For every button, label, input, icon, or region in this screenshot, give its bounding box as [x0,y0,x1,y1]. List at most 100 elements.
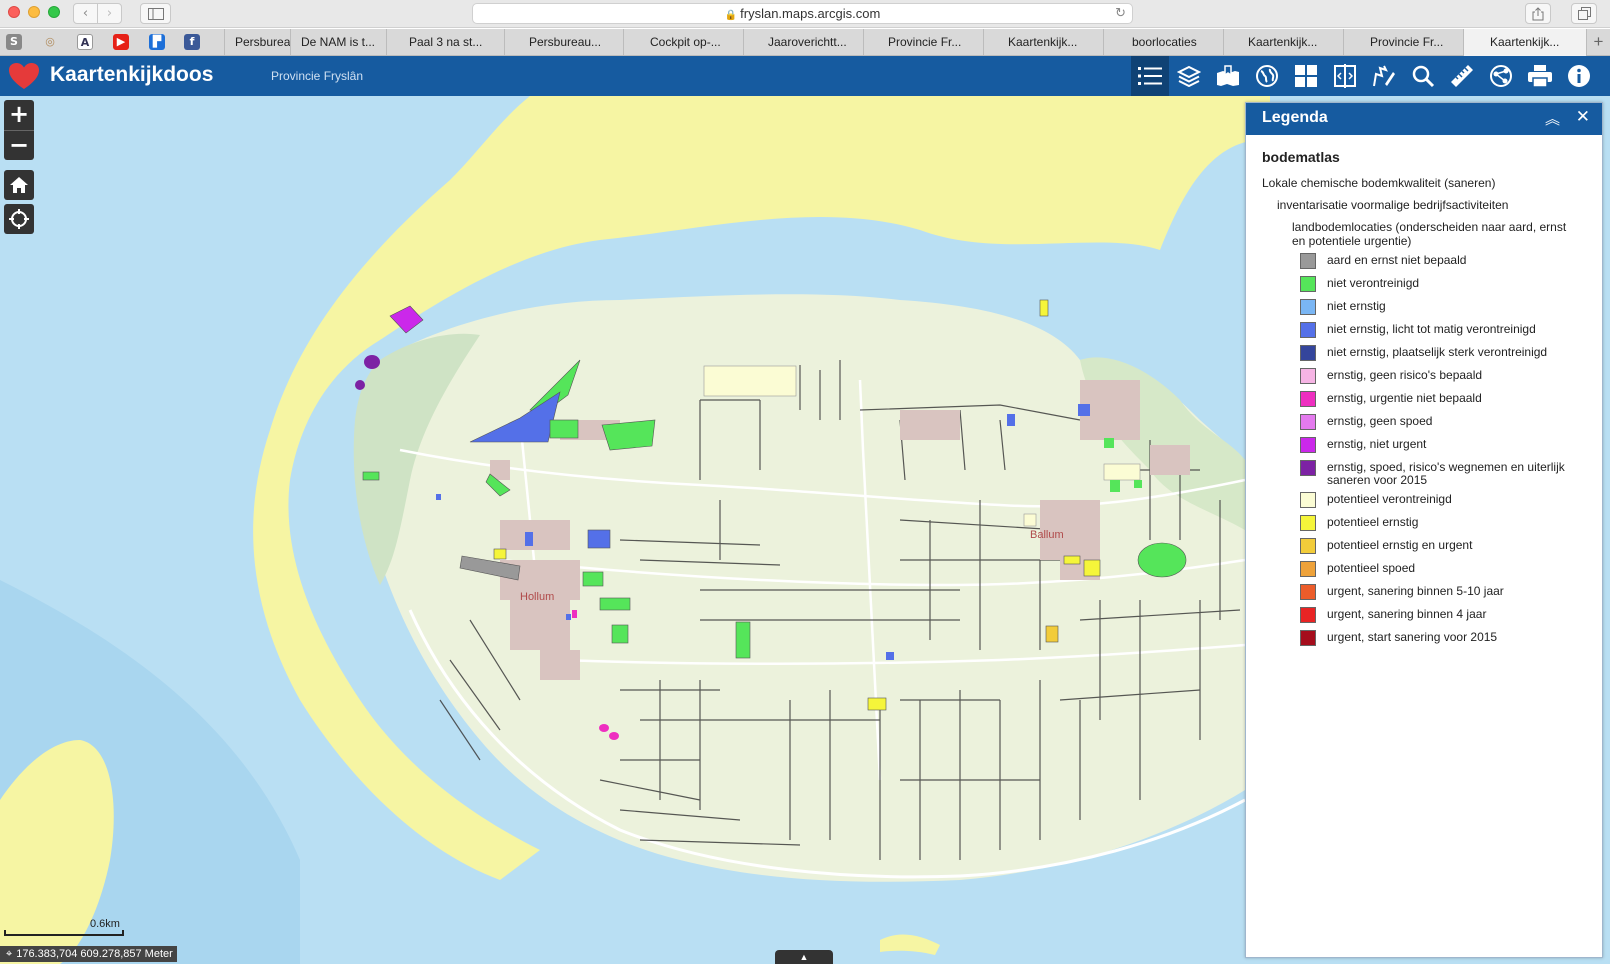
bookmark-blue-icon[interactable]: ▛ [149,34,165,50]
legend-item-label: potentieel ernstig [1327,515,1419,529]
draw-tool-button[interactable] [1365,56,1403,96]
chevron-left-icon: ‹ [82,6,89,21]
fryslan-logo-icon [9,63,39,89]
legend-item: ernstig, geen risico's bepaald [1300,366,1600,389]
tab-bar: S ◎ A ▶ ▛ f Persbureau De NAM is t... Pa… [0,29,1610,56]
swipe-tool-button[interactable] [1326,56,1364,96]
legend-item-label: ernstig, urgentie niet bepaald [1327,391,1482,405]
locate-button[interactable] [4,204,34,234]
about-tool-button[interactable] [1560,56,1598,96]
youtube-icon[interactable]: ▶ [113,34,129,50]
print-icon [1528,65,1552,87]
tab-7[interactable]: Provincie Fr... [863,29,983,56]
layers-tool-button[interactable] [1170,56,1208,96]
browser-titlebar: ‹ › 🔒 fryslan.maps.arcgis.com ↻ [0,0,1610,28]
legend-item-label: potentieel verontreinigd [1327,492,1452,506]
sidebar-icon [147,8,164,20]
legend-item: potentieel ernstig [1300,513,1600,536]
zoom-out-button[interactable]: − [4,130,34,160]
search-tool-button[interactable] [1404,56,1442,96]
tab-3[interactable]: Paal 3 na st... [386,29,504,56]
measure-tool-button[interactable] [1443,56,1481,96]
zoom-in-button[interactable]: + [4,100,34,130]
tab-9[interactable]: boorlocaties [1103,29,1223,56]
attribute-table-toggle[interactable]: ▲ [775,950,833,964]
reload-icon[interactable]: ↻ [1115,4,1126,23]
legend-panel: Legenda ︽ ✕ bodematlas Lokale chemische … [1245,102,1603,958]
forward-button[interactable]: › [97,3,122,24]
tabs-icon [1577,7,1591,20]
bookmark-tool-button[interactable] [1209,56,1247,96]
new-tab-button[interactable]: + [1586,29,1610,56]
legend-swatch [1300,561,1316,577]
print-tool-button[interactable] [1521,56,1559,96]
legend-item-label: ernstig, geen risico's bepaald [1327,368,1483,382]
crosshair-icon: ⌖ [6,948,13,960]
legend-item-label: urgent, sanering binnen 4 jaar [1327,607,1487,621]
collapse-icon[interactable]: ︽ [1545,108,1560,129]
legend-item: aard en ernst niet bepaald [1300,251,1600,274]
legend-item: potentieel spoed [1300,559,1600,582]
share-icon [1532,7,1544,21]
address-bar[interactable]: 🔒 fryslan.maps.arcgis.com ↻ [472,3,1133,24]
bookmark-s-icon[interactable]: S [6,34,22,50]
legend-layer-name: bodematlas [1262,149,1340,165]
legend-item: ernstig, geen spoed [1300,412,1600,435]
back-button[interactable]: ‹ [73,3,98,24]
legend-swatch [1300,538,1316,554]
tab-12-active[interactable]: Kaartenkijk... [1463,29,1586,56]
close-icon[interactable]: ✕ [1576,107,1590,127]
legend-item-label: niet ernstig [1327,299,1386,313]
swipe-icon [1334,64,1356,88]
sidebar-toggle-button[interactable] [140,3,171,24]
legend-swatch [1300,460,1316,476]
window-maximize-button[interactable] [48,6,60,18]
legend-tool-button[interactable] [1131,56,1169,96]
tab-1[interactable]: Persbureau [224,29,290,56]
home-button[interactable] [4,170,34,200]
bookmark-font-icon[interactable]: A [77,34,93,50]
legend-item: urgent, sanering binnen 4 jaar [1300,605,1600,628]
legend-item: niet ernstig [1300,297,1600,320]
legend-swatch [1300,630,1316,646]
tab-2[interactable]: De NAM is t... [290,29,386,56]
search-icon [1412,65,1435,88]
lock-icon: 🔒 [724,10,738,21]
locate-icon [9,209,29,229]
layers-icon [1177,65,1201,87]
gallery-tool-button[interactable] [1287,56,1325,96]
legend-item: potentieel ernstig en urgent [1300,536,1600,559]
legend-item: niet ernstig, licht tot matig verontrein… [1300,320,1600,343]
tab-8[interactable]: Kaartenkijk... [983,29,1103,56]
window-minimize-button[interactable] [28,6,40,18]
tab-10[interactable]: Kaartenkijk... [1223,29,1343,56]
facebook-icon[interactable]: f [184,34,200,50]
show-tabs-button[interactable] [1571,3,1597,24]
legend-item-label: niet ernstig, plaatselijk sterk verontre… [1327,345,1548,359]
bookmark-shell-icon[interactable]: ◎ [42,34,58,50]
info-icon [1568,65,1590,87]
window-close-button[interactable] [8,6,20,18]
app-subtitle: Provincie Fryslân [271,69,364,83]
legend-item: potentieel verontreinigd [1300,490,1600,513]
ballum-label: Ballum [1030,529,1064,541]
legend-item: ernstig, urgentie niet bepaald [1300,389,1600,412]
tab-4[interactable]: Persbureau... [504,29,623,56]
legend-swatch [1300,322,1316,338]
tab-11[interactable]: Provincie Fr... [1343,29,1463,56]
tab-5[interactable]: Cockpit op-... [623,29,743,56]
draw-icon [1373,65,1395,87]
share-button[interactable] [1525,3,1551,24]
share-tool-button[interactable] [1482,56,1520,96]
legend-item-label: niet verontreinigd [1327,276,1420,290]
legend-group-3: landbodemlocaties (onderscheiden naar aa… [1292,220,1567,248]
bookmark-map-icon [1217,65,1239,86]
basemap-tool-button[interactable] [1248,56,1286,96]
legend-items: aard en ernst niet bepaald niet verontrei… [1300,251,1600,651]
legend-item-label: ernstig, spoed, risico's wegnemen en uit… [1327,460,1565,487]
hollum-label: Hollum [520,591,554,603]
legend-item: ernstig, niet urgent [1300,435,1600,458]
legend-item-label: aard en ernst niet bepaald [1327,253,1467,267]
legend-item: urgent, start sanering voor 2015 [1300,628,1600,651]
tab-6[interactable]: Jaaroverichtt... [743,29,863,56]
